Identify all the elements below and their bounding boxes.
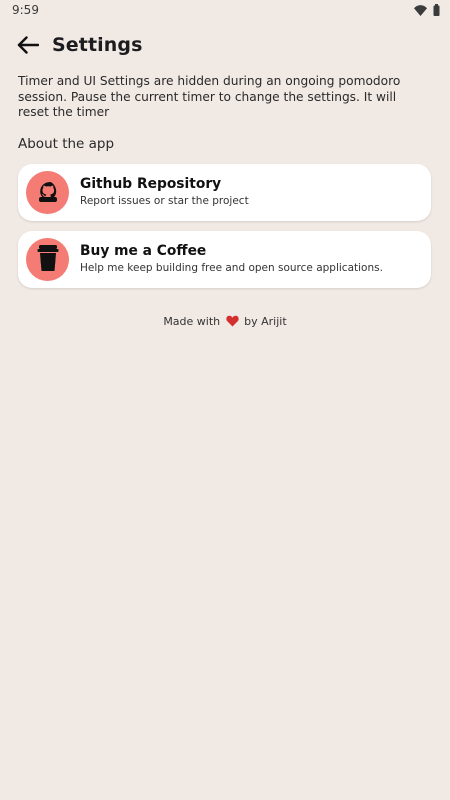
- footer-prefix: Made with: [163, 315, 221, 328]
- coffee-icon-badge: [26, 238, 69, 281]
- buy-me-a-coffee-card[interactable]: Buy me a Coffee Help me keep building fr…: [18, 231, 431, 288]
- wifi-icon: [414, 4, 427, 16]
- section-title-about: About the app: [18, 136, 115, 152]
- footer-suffix: by Arijit: [244, 315, 287, 328]
- top-app-bar: Settings: [0, 28, 450, 66]
- status-icons: [414, 4, 440, 16]
- footer-credit: Made with by Arijit: [0, 315, 450, 330]
- card-subtitle: Report issues or star the project: [80, 195, 249, 207]
- page-title: Settings: [52, 34, 143, 56]
- coffee-icon: [36, 244, 60, 276]
- back-button[interactable]: [14, 34, 42, 60]
- heart-icon: [225, 315, 239, 330]
- card-title: Buy me a Coffee: [80, 243, 207, 259]
- card-subtitle: Help me keep building free and open sour…: [80, 262, 383, 274]
- status-bar: 9:59: [0, 0, 450, 22]
- card-title: Github Repository: [80, 176, 222, 192]
- github-icon-badge: [26, 171, 69, 214]
- github-repository-card[interactable]: Github Repository Report issues or star …: [18, 164, 431, 221]
- github-icon: [35, 178, 61, 208]
- arrow-back-icon: [17, 36, 40, 58]
- status-time: 9:59: [12, 3, 39, 17]
- battery-icon: [433, 4, 440, 16]
- settings-hidden-notice: Timer and UI Settings are hidden during …: [18, 74, 401, 119]
